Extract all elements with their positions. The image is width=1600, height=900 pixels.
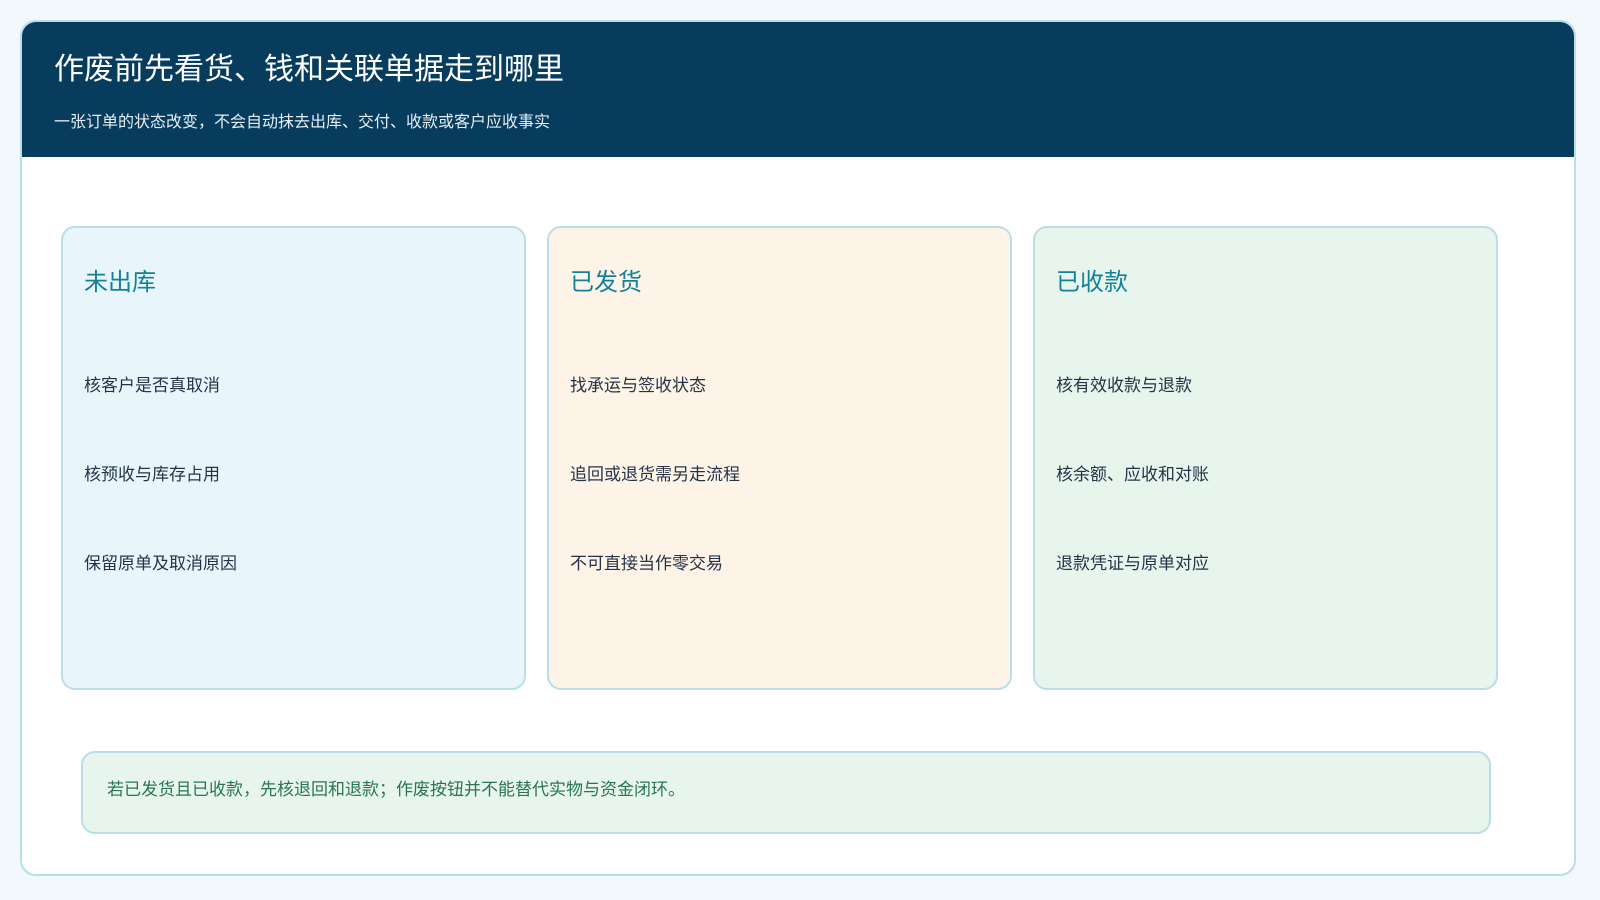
card-item: 找承运与签收状态 [570,376,706,396]
warning-note-text: 若已发货且已收款，先核退回和退款；作废按钮并不能替代实物与资金闭环。 [107,780,685,800]
card-title: 已发货 [570,268,642,296]
card-paid: 已收款 核有效收款与退款 核余额、应收和对账 退款凭证与原单对应 [1033,226,1498,690]
page-subtitle: 一张订单的状态改变，不会自动抹去出库、交付、收款或客户应收事实 [54,112,551,131]
card-item: 核预收与库存占用 [84,465,220,485]
page-title: 作废前先看货、钱和关联单据走到哪里 [54,52,564,87]
card-item: 保留原单及取消原因 [84,554,237,574]
card-item: 核余额、应收和对账 [1056,465,1209,485]
card-shipped: 已发货 找承运与签收状态 追回或退货需另走流程 不可直接当作零交易 [547,226,1012,690]
main-panel: 作废前先看货、钱和关联单据走到哪里 一张订单的状态改变，不会自动抹去出库、交付、… [20,20,1576,876]
card-item: 追回或退货需另走流程 [570,465,740,485]
card-item: 不可直接当作零交易 [570,554,723,574]
card-item: 核有效收款与退款 [1056,376,1192,396]
card-title: 已收款 [1056,268,1128,296]
card-item: 核客户是否真取消 [84,376,220,396]
card-not-shipped: 未出库 核客户是否真取消 核预收与库存占用 保留原单及取消原因 [61,226,526,690]
warning-note: 若已发货且已收款，先核退回和退款；作废按钮并不能替代实物与资金闭环。 [81,751,1491,834]
card-title: 未出库 [84,268,156,296]
card-item: 退款凭证与原单对应 [1056,554,1209,574]
header-banner: 作废前先看货、钱和关联单据走到哪里 一张订单的状态改变，不会自动抹去出库、交付、… [22,22,1574,157]
